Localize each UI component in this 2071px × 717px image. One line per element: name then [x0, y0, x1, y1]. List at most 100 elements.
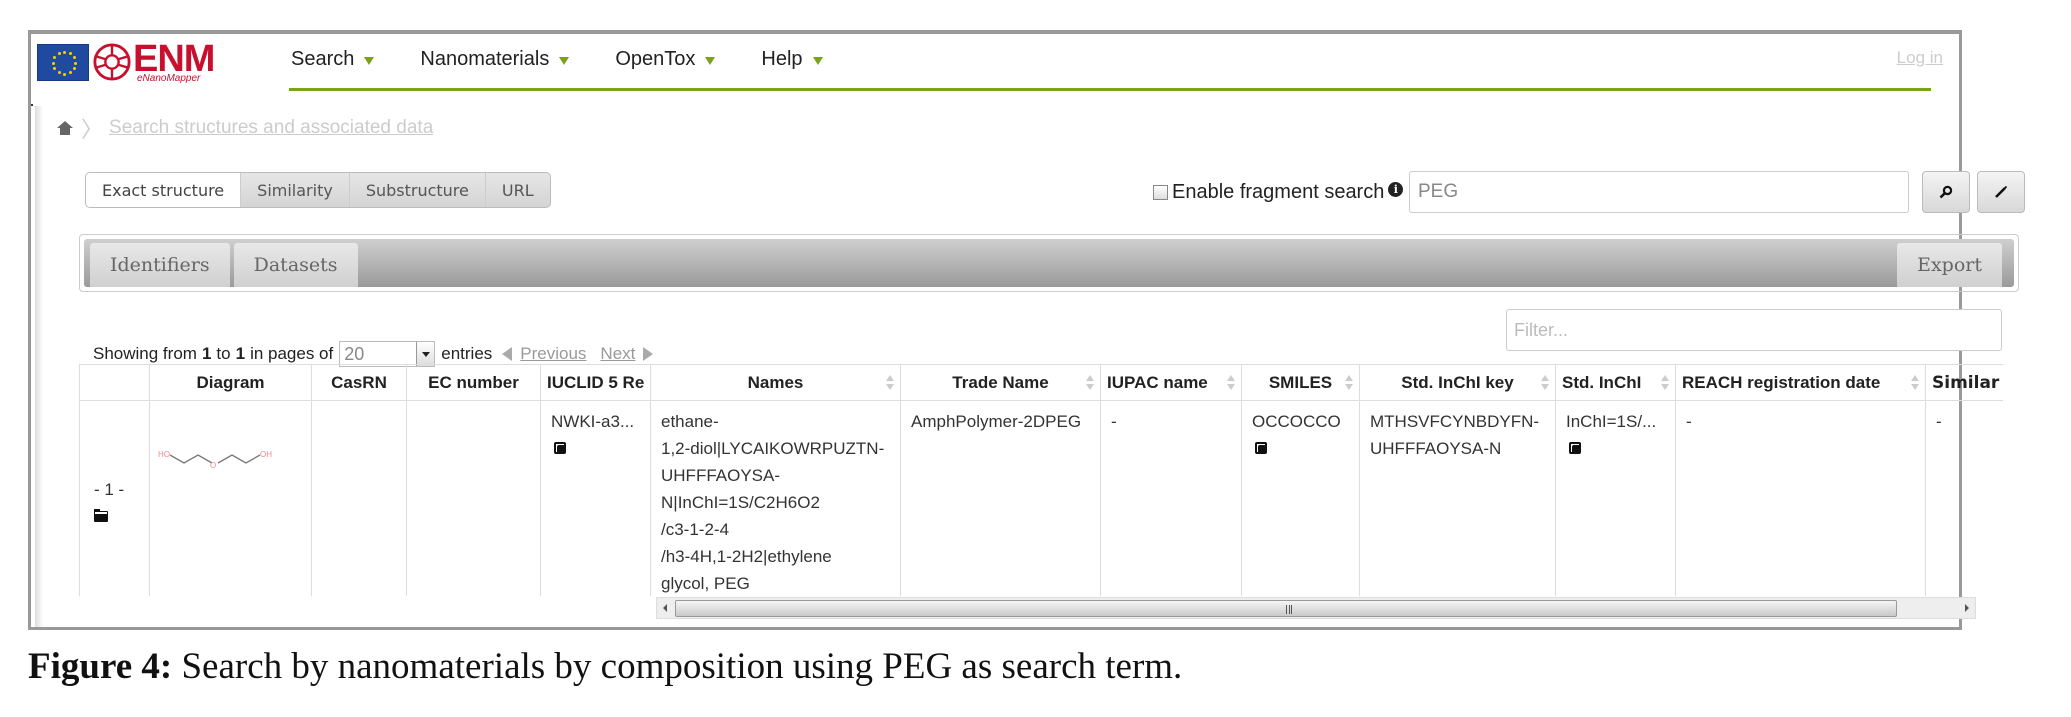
caret-down-icon — [559, 56, 570, 65]
next-link[interactable]: Next — [600, 344, 635, 364]
structure-diagram[interactable]: HO O OH — [154, 441, 304, 481]
table-header-row: Diagram CasRN EC number IUCLID 5 Re Name… — [79, 364, 2003, 401]
export-button[interactable]: Export — [1897, 243, 2002, 287]
col-diagram[interactable]: Diagram — [149, 364, 312, 401]
search-input[interactable] — [1409, 171, 1909, 213]
paging-entries-label: entries — [441, 344, 493, 363]
tab-substructure[interactable]: Substructure — [348, 173, 485, 207]
col-trade-name[interactable]: Trade Name — [900, 364, 1101, 401]
horizontal-scrollbar[interactable] — [656, 597, 1976, 619]
col-label: EC number — [428, 372, 519, 392]
logo[interactable]: ENM eNanoMapper — [37, 40, 215, 84]
col-smiles[interactable]: SMILES — [1241, 364, 1360, 401]
col-iuclid[interactable]: IUCLID 5 Re — [540, 364, 651, 401]
col-label: SMILES — [1268, 372, 1333, 392]
eu-flag-icon — [37, 43, 89, 81]
col-iupac-name[interactable]: IUPAC name — [1100, 364, 1242, 401]
home-icon[interactable] — [57, 121, 73, 135]
col-names[interactable]: Names — [650, 364, 901, 401]
col-similarity[interactable]: Similar — [1925, 364, 2003, 401]
search-button[interactable] — [1922, 171, 1970, 213]
names-line: UHFFFAOYSA- — [661, 466, 781, 485]
sort-icon — [1541, 375, 1549, 391]
names-line: glycol, PEG — [661, 574, 750, 593]
col-inchi-key[interactable]: Std. InChI key — [1359, 364, 1556, 401]
pencil-icon — [1995, 185, 2008, 198]
ec-number-cell — [406, 400, 541, 596]
col-label: Names — [747, 372, 804, 392]
info-icon[interactable]: i — [1388, 182, 1404, 197]
smiles-cell: OCCOCCO — [1241, 400, 1360, 596]
tab-url[interactable]: URL — [484, 173, 550, 207]
reach-date-cell: - — [1675, 400, 1926, 596]
breadcrumb: 〉 Search structures and associated data — [57, 112, 433, 144]
iuclid-value: NWKI-a3... — [551, 412, 635, 431]
nav-label: OpenTox — [615, 48, 696, 70]
copy-icon[interactable] — [554, 442, 566, 454]
nav-label: Nanomaterials — [420, 48, 550, 70]
nav-help[interactable]: Help — [761, 48, 823, 71]
tab-exact-structure[interactable]: Exact structure — [86, 173, 241, 207]
fragment-search-label: Enable fragment search — [1172, 181, 1385, 203]
fragment-search-checkbox[interactable] — [1153, 185, 1168, 200]
inchi-cell: InChI=1S/... — [1555, 400, 1676, 596]
sort-icon — [1661, 375, 1669, 391]
nav-search[interactable]: Search — [291, 48, 375, 71]
login-link[interactable]: Log in — [1897, 48, 1943, 68]
row-index: - 1 - — [94, 479, 125, 499]
col-label: Std. InChI — [1562, 372, 1642, 392]
row-index-cell: - 1 - — [79, 400, 150, 596]
scroll-right-icon[interactable] — [1965, 604, 1969, 612]
nav-nanomaterials[interactable]: Nanomaterials — [420, 48, 570, 71]
results-table: Diagram CasRN EC number IUCLID 5 Re Name… — [79, 364, 2003, 596]
nav-label: Help — [761, 48, 803, 70]
atom-label-ho: HO — [158, 450, 170, 459]
filter-input[interactable] — [1506, 309, 2002, 351]
scroll-left-icon[interactable] — [663, 604, 667, 612]
col-label: IUCLID 5 Re — [547, 372, 645, 392]
tab-similarity[interactable]: Similarity — [240, 173, 349, 207]
nav-label: Search — [291, 48, 355, 70]
previous-arrow-icon — [502, 347, 513, 361]
tab-identifiers[interactable]: Identifiers — [90, 243, 230, 287]
copy-icon[interactable] — [1255, 442, 1267, 454]
col-label: Std. InChI key — [1401, 372, 1514, 392]
col-label: Trade Name — [952, 372, 1049, 392]
copy-icon[interactable] — [1569, 442, 1581, 454]
inchi-key-cell: MTHSVFCYNBDYFN-UHFFFAOYSA-N — [1359, 400, 1556, 596]
previous-link[interactable]: Previous — [520, 344, 586, 364]
sort-icon — [1086, 375, 1094, 391]
iupac-name-cell: - — [1100, 400, 1242, 596]
flag-star — [57, 71, 61, 75]
diagram-cell: HO O OH — [149, 400, 312, 596]
paging-from: 1 — [201, 344, 212, 363]
folder-icon[interactable] — [94, 508, 108, 522]
trade-name-cell: AmphPolymer-2DPEG — [900, 400, 1101, 596]
similarity-cell: - — [1925, 400, 2003, 596]
frame-marker — [31, 104, 33, 106]
flag-star — [68, 51, 72, 55]
next-arrow-icon — [643, 347, 654, 361]
paging-pages-label: in pages of — [250, 344, 334, 363]
inchi-value: InChI=1S/... — [1566, 412, 1657, 431]
nav-opentox[interactable]: OpenTox — [615, 48, 716, 71]
draw-structure-button[interactable] — [1977, 171, 2025, 213]
breadcrumb-current[interactable]: Search structures and associated data — [109, 117, 433, 139]
casrn-cell — [311, 400, 407, 596]
flag-star — [53, 67, 57, 70]
caret-down-icon — [812, 56, 823, 65]
tab-datasets[interactable]: Datasets — [233, 243, 358, 287]
names-line: /c3-1-2-4 — [661, 520, 730, 539]
results-tabbar: Identifiers Datasets Export — [79, 234, 2019, 292]
col-inchi[interactable]: Std. InChI — [1555, 364, 1676, 401]
col-reach-date[interactable]: REACH registration date — [1675, 364, 1926, 401]
figure-caption: Figure 4: Search by nanomaterials by com… — [28, 645, 1182, 688]
col-ec-number[interactable]: EC number — [406, 364, 541, 401]
col-casrn[interactable]: CasRN — [311, 364, 407, 401]
fullerene-icon — [93, 43, 131, 81]
names-cell: ethane- 1,2-diol|LYCAIKOWRPUZTN- UHFFFAO… — [650, 400, 901, 596]
flag-star — [68, 71, 72, 75]
search-mode-tabs: Exact structure Similarity Substructure … — [85, 172, 551, 208]
scrollbar-thumb[interactable] — [675, 600, 1897, 617]
browser-frame: ENM eNanoMapper Search Nanomaterials Ope… — [28, 30, 2025, 630]
